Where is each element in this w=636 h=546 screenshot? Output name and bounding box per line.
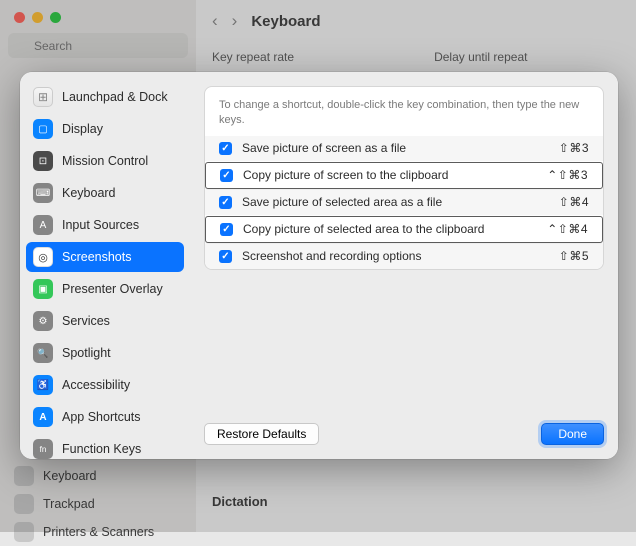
shortcuts-modal: Launchpad & Dock Display Mission Control Ke… <box>20 72 618 459</box>
sidebar-item-input[interactable]: Input Sources <box>26 210 184 240</box>
shortcut-checkbox[interactable] <box>219 196 232 209</box>
trackpad-icon <box>14 494 34 514</box>
modal-sidebar: Launchpad & Dock Display Mission Control Ke… <box>20 72 190 459</box>
screenshots-icon <box>33 247 53 267</box>
function-icon <box>33 439 53 459</box>
shortcut-row[interactable]: Copy picture of screen to the clipboard ⌃… <box>205 162 603 189</box>
sidebar-item-label: Presenter Overlay <box>62 282 163 296</box>
mission-icon <box>33 151 53 171</box>
accessibility-icon <box>33 375 53 395</box>
sidebar-item-label: Keyboard <box>43 469 97 483</box>
minimize-window-icon[interactable] <box>32 12 43 23</box>
sidebar-item-label: App Shortcuts <box>62 410 141 424</box>
done-button[interactable]: Done <box>541 423 604 445</box>
sidebar-item-display[interactable]: Display <box>26 114 184 144</box>
sidebar-item-label: Trackpad <box>43 497 95 511</box>
modal-main: To change a shortcut, double-click the k… <box>190 72 618 459</box>
spotlight-icon <box>33 343 53 363</box>
label-delay: Delay until repeat <box>434 50 527 64</box>
shortcut-key[interactable]: ⌃⇧⌘3 <box>547 168 588 182</box>
window-controls <box>8 8 188 33</box>
sidebar-item-services[interactable]: Services <box>26 306 184 336</box>
launchpad-icon <box>33 87 53 107</box>
printer-icon <box>14 522 34 542</box>
sidebar-item-trackpad[interactable]: Trackpad <box>8 490 188 518</box>
shortcut-label: Copy picture of screen to the clipboard <box>243 168 537 183</box>
keyboard-icon <box>14 466 34 486</box>
sidebar-item-label: Keyboard <box>62 186 116 200</box>
sidebar-item-presenter[interactable]: Presenter Overlay <box>26 274 184 304</box>
instruction-text: To change a shortcut, double-click the k… <box>205 87 603 136</box>
bg-sub-labels: Key repeat rate Delay until repeat <box>212 50 620 64</box>
shortcut-row[interactable]: Save picture of selected area as a file ⇧… <box>205 190 603 215</box>
shortcut-row[interactable]: Copy picture of selected area to the cli… <box>205 216 603 243</box>
close-window-icon[interactable] <box>14 12 25 23</box>
sidebar-item-keyboard[interactable]: Keyboard <box>8 462 188 490</box>
appshortcuts-icon <box>33 407 53 427</box>
shortcut-key[interactable]: ⇧⌘3 <box>559 141 589 155</box>
shortcut-checkbox[interactable] <box>220 223 233 236</box>
shortcut-key[interactable]: ⇧⌘5 <box>559 249 589 263</box>
page-title: Keyboard <box>251 13 320 30</box>
restore-defaults-button[interactable]: Restore Defaults <box>204 423 319 445</box>
shortcut-checkbox[interactable] <box>220 169 233 182</box>
shortcut-checkbox[interactable] <box>219 250 232 263</box>
section-dictation: Dictation <box>212 494 620 509</box>
shortcut-label: Screenshot and recording options <box>242 249 549 264</box>
sidebar-item-spotlight[interactable]: Spotlight <box>26 338 184 368</box>
sidebar-item-keyboard[interactable]: Keyboard <box>26 178 184 208</box>
sidebar-item-label: Services <box>62 314 110 328</box>
maximize-window-icon[interactable] <box>50 12 61 23</box>
keyboard-icon <box>33 183 53 203</box>
presenter-icon <box>33 279 53 299</box>
sidebar-item-screenshots[interactable]: Screenshots <box>26 242 184 272</box>
sidebar-item-label: Spotlight <box>62 346 111 360</box>
forward-icon[interactable]: › <box>232 11 238 31</box>
shortcut-key[interactable]: ⌃⇧⌘4 <box>547 222 588 236</box>
sidebar-item-label: Mission Control <box>62 154 148 168</box>
sidebar-item-function[interactable]: Function Keys <box>26 434 184 459</box>
sidebar-item-label: Accessibility <box>62 378 130 392</box>
button-label: Restore Defaults <box>217 427 306 441</box>
sidebar-item-printers[interactable]: Printers & Scanners <box>8 518 188 546</box>
bg-lower-sidebar: Keyboard Trackpad Printers & Scanners <box>8 462 188 546</box>
display-icon <box>33 119 53 139</box>
sidebar-item-label: Display <box>62 122 103 136</box>
shortcut-checkbox[interactable] <box>219 142 232 155</box>
shortcuts-list: To change a shortcut, double-click the k… <box>204 86 604 270</box>
bg-nav: ‹ › Keyboard <box>212 8 620 34</box>
back-icon[interactable]: ‹ <box>212 11 218 31</box>
shortcut-key[interactable]: ⇧⌘4 <box>559 195 589 209</box>
shortcut-label: Save picture of screen as a file <box>242 141 549 156</box>
label-key-repeat: Key repeat rate <box>212 50 294 64</box>
sidebar-item-label: Input Sources <box>62 218 139 232</box>
services-icon <box>33 311 53 331</box>
shortcut-row[interactable]: Save picture of screen as a file ⇧⌘3 <box>205 136 603 161</box>
search-container: 🔍 <box>8 33 188 58</box>
sidebar-item-launchpad[interactable]: Launchpad & Dock <box>26 82 184 112</box>
sidebar-item-accessibility[interactable]: Accessibility <box>26 370 184 400</box>
button-label: Done <box>558 427 587 441</box>
sidebar-item-label: Printers & Scanners <box>43 525 154 539</box>
sidebar-item-label: Function Keys <box>62 442 141 456</box>
sidebar-item-mission[interactable]: Mission Control <box>26 146 184 176</box>
sidebar-item-label: Launchpad & Dock <box>62 90 168 104</box>
shortcut-row[interactable]: Screenshot and recording options ⇧⌘5 <box>205 244 603 269</box>
input-icon <box>33 215 53 235</box>
sidebar-item-label: Screenshots <box>62 250 131 264</box>
modal-footer: Restore Defaults Done <box>204 411 604 445</box>
search-input[interactable] <box>8 33 188 58</box>
sidebar-item-appshortcuts[interactable]: App Shortcuts <box>26 402 184 432</box>
shortcut-label: Save picture of selected area as a file <box>242 195 549 210</box>
shortcut-label: Copy picture of selected area to the cli… <box>243 222 537 237</box>
